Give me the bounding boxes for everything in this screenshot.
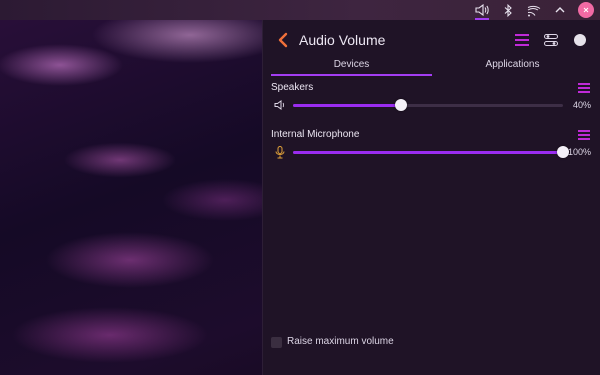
toggle-switches-icon	[544, 34, 558, 46]
raise-max-volume-label: Raise maximum volume	[287, 336, 394, 347]
speaker-icon[interactable]	[273, 98, 287, 112]
device-menu-button[interactable]	[577, 82, 591, 94]
user-avatar-button[interactable]	[576, 0, 596, 20]
tab-applications[interactable]: Applications	[432, 58, 593, 76]
slider-fill	[293, 104, 401, 107]
back-button[interactable]	[275, 30, 291, 50]
tab-devices[interactable]: Devices	[271, 58, 432, 76]
device-speakers: Speakers 40%	[271, 82, 593, 116]
speakers-volume-slider[interactable]	[293, 99, 563, 111]
volume-percent: 40%	[572, 100, 591, 110]
list-icon	[515, 34, 529, 46]
menu-icon	[578, 130, 590, 140]
raise-max-volume-checkbox[interactable]	[271, 336, 282, 348]
toggles-button[interactable]	[541, 30, 561, 50]
device-menu-button[interactable]	[577, 129, 591, 141]
top-panel	[0, 0, 600, 20]
audio-volume-panel: Audio Volume Devices Applications Speake…	[262, 20, 600, 375]
avatar	[578, 2, 594, 18]
panel-title: Audio Volume	[299, 32, 386, 48]
bluetooth-icon[interactable]	[498, 0, 518, 20]
volume-percent: 100%	[567, 147, 591, 157]
back-arrow-icon	[278, 32, 288, 48]
wifi-icon[interactable]	[524, 0, 544, 20]
list-view-button[interactable]	[512, 30, 532, 50]
raise-max-volume-toggle[interactable]: Raise maximum volume	[271, 336, 394, 348]
slider-handle[interactable]	[395, 99, 407, 111]
menu-icon	[578, 83, 590, 93]
circle-icon	[574, 34, 586, 46]
tray-speaker-icon[interactable]	[472, 0, 492, 20]
chevron-up-icon[interactable]	[550, 0, 570, 20]
microphone-volume-slider[interactable]	[293, 146, 569, 158]
device-label: Internal Microphone	[271, 129, 360, 140]
device-label: Speakers	[271, 82, 314, 93]
tab-bar: Devices Applications	[271, 58, 593, 76]
microphone-icon[interactable]	[273, 145, 287, 159]
status-dot-button[interactable]	[570, 30, 590, 50]
slider-fill	[293, 151, 563, 154]
device-internal-microphone: Internal Microphone 100%	[271, 129, 593, 163]
